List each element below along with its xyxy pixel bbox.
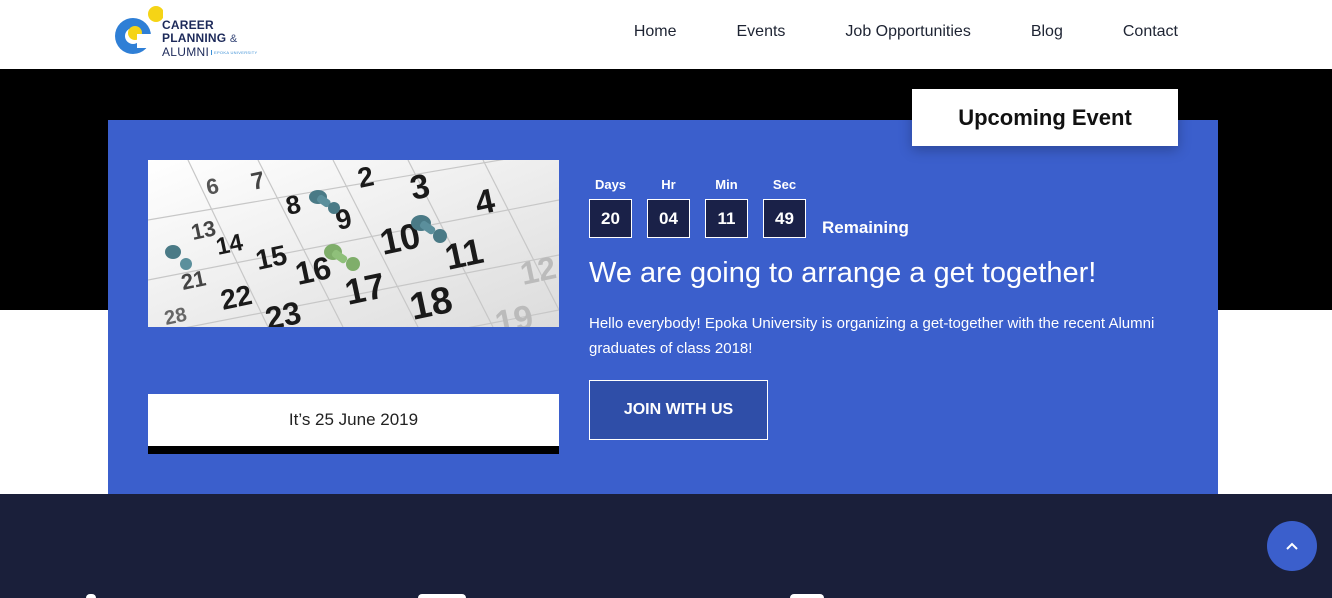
scroll-to-top-button[interactable]	[1267, 521, 1317, 571]
footer-icon-fragment	[790, 594, 824, 598]
event-description: Hello everybody! Epoka University is org…	[589, 315, 1155, 357]
calendar-pins-illustration: 6 7 8 2 3 4 9 10 11 12 13 14 15 16 17 18…	[148, 160, 559, 327]
logo-line-planning: PLANNING	[162, 31, 227, 45]
countdown-days-label: Days	[594, 177, 627, 192]
main-nav: Home Events Job Opportunities Blog Conta…	[574, 22, 1178, 42]
event-date-box: It’s 25 June 2019	[148, 394, 559, 454]
countdown-days-value: 20	[589, 199, 632, 238]
nav-contact[interactable]: Contact	[1123, 22, 1178, 42]
join-with-us-button[interactable]: JOIN WITH US	[589, 380, 768, 440]
event-date-text: It’s 25 June 2019	[288, 410, 419, 429]
logo-mark-icon	[115, 6, 163, 54]
logo-university: EPOKA UNIVERSITY	[211, 50, 257, 55]
countdown-minutes: Min 11	[705, 177, 748, 238]
countdown-seconds-value: 49	[763, 199, 806, 238]
svg-text:18: 18	[406, 279, 456, 327]
countdown-seconds: Sec 49	[763, 177, 806, 238]
footer-icon-fragment	[418, 594, 466, 598]
event-headline: We are going to arrange a get together!	[589, 257, 1097, 289]
logo-wordmark: CAREER PLANNING &	[162, 19, 237, 46]
countdown-hours-label: Hr	[661, 177, 676, 192]
countdown-hours-value: 04	[647, 199, 690, 238]
countdown-minutes-value: 11	[705, 199, 748, 238]
nav-blog[interactable]: Blog	[1031, 22, 1063, 42]
svg-text:15: 15	[253, 239, 290, 276]
site-header: CAREER PLANNING & ALUMNI EPOKA UNIVERSIT…	[0, 0, 1332, 69]
chevron-up-icon	[1286, 542, 1298, 550]
svg-text:12: 12	[517, 249, 559, 292]
calendar-image: 6 7 8 2 3 4 9 10 11 12 13 14 15 16 17 18…	[148, 160, 559, 327]
upcoming-event-card: 6 7 8 2 3 4 9 10 11 12 13 14 15 16 17 18…	[108, 120, 1218, 494]
nav-events[interactable]: Events	[737, 22, 786, 42]
nav-job-opportunities[interactable]: Job Opportunities	[845, 22, 970, 42]
site-logo[interactable]: CAREER PLANNING & ALUMNI EPOKA UNIVERSIT…	[111, 4, 261, 60]
logo-line-alumni: ALUMNI	[162, 45, 210, 59]
countdown-timer: Days 20 Hr 04 Min 11 Sec 49 Remaining	[589, 177, 909, 238]
svg-text:21: 21	[179, 265, 208, 295]
footer-section	[0, 494, 1332, 598]
svg-text:13: 13	[189, 215, 218, 245]
logo-ampersand: &	[229, 33, 238, 45]
countdown-seconds-label: Sec	[772, 177, 797, 192]
upcoming-event-tag: Upcoming Event	[912, 89, 1178, 146]
nav-home[interactable]: Home	[634, 22, 677, 42]
svg-text:17: 17	[341, 264, 389, 312]
countdown-days: Days 20	[589, 177, 632, 238]
countdown-remaining-label: Remaining	[822, 218, 909, 237]
footer-icon-fragment	[86, 594, 96, 598]
countdown-minutes-label: Min	[715, 177, 738, 192]
svg-text:22: 22	[218, 279, 255, 316]
svg-text:28: 28	[162, 304, 188, 327]
countdown-hours: Hr 04	[647, 177, 690, 238]
